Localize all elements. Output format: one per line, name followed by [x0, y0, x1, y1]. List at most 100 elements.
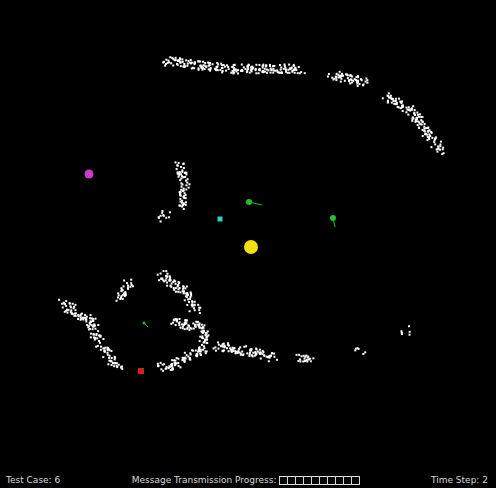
obstacle-dot	[67, 309, 69, 311]
obstacle-dot	[420, 116, 422, 118]
obstacle-dot	[75, 312, 77, 314]
obstacle-dot	[287, 69, 289, 71]
obstacle-dot	[231, 349, 233, 351]
obstacle-dot	[255, 69, 257, 71]
obstacle-dot	[276, 359, 278, 361]
obstacle-dot	[182, 176, 184, 178]
obstacle-dot	[336, 73, 338, 75]
obstacle-dot	[92, 326, 94, 328]
obstacle-dot	[208, 68, 210, 70]
obstacle-dot	[439, 145, 441, 147]
obstacle-dot	[179, 205, 181, 207]
obstacle-dot	[183, 208, 185, 210]
obstacle-dot	[179, 193, 181, 195]
obstacle-dot	[254, 355, 256, 357]
obstacle-dot	[310, 360, 312, 362]
obstacle-dot	[197, 304, 199, 306]
obstacle-dot	[209, 62, 211, 64]
obstacle-dot	[169, 285, 171, 287]
obstacle-dot	[107, 352, 109, 354]
obstacle-dot	[213, 347, 215, 349]
obstacle-dot	[249, 353, 251, 355]
obstacle-dot	[79, 315, 81, 317]
obstacle-dot	[241, 351, 243, 353]
obstacle-dot	[90, 336, 92, 338]
obstacle-dot	[270, 72, 272, 74]
obstacle-dot	[194, 309, 196, 311]
obstacle-dot	[425, 127, 427, 129]
obstacle-dot	[184, 172, 186, 174]
obstacle-dot	[173, 287, 175, 289]
obstacle-dot	[203, 342, 205, 344]
obstacle-dot	[417, 124, 419, 126]
obstacle-dot	[89, 323, 91, 325]
obstacle-dot	[102, 338, 104, 340]
obstacle-dot	[407, 114, 409, 116]
obstacle-dot	[87, 326, 89, 328]
obstacle-dot	[191, 67, 193, 69]
obstacle-dot	[285, 69, 287, 71]
obstacle-dot	[97, 324, 99, 326]
obstacle-dot	[402, 105, 404, 107]
obstacle-dot	[166, 273, 168, 275]
obstacle-dot	[200, 349, 202, 351]
obstacle-dot	[331, 77, 333, 79]
obstacle-dot	[184, 320, 186, 322]
obstacle-dot	[440, 141, 442, 143]
obstacle-dot	[193, 328, 195, 330]
obstacle-dot	[125, 294, 127, 296]
obstacle-dot	[392, 98, 394, 100]
obstacle-dot	[179, 366, 181, 368]
obstacle-dot	[255, 72, 257, 74]
square-icon	[218, 217, 223, 222]
obstacle-dot	[226, 347, 228, 349]
obstacle-dot	[169, 366, 171, 368]
obstacle-dot	[255, 354, 257, 356]
obstacle-dot	[183, 197, 185, 199]
obstacle-dot	[174, 280, 176, 282]
obstacle-dot	[271, 352, 273, 354]
obstacle-dot	[117, 292, 119, 294]
agent-icon	[143, 322, 149, 328]
obstacle-dot	[181, 58, 183, 60]
obstacle-dot	[165, 59, 167, 61]
obstacle-dot	[347, 77, 349, 79]
obstacle-dot	[335, 79, 337, 81]
obstacle-dot	[69, 302, 71, 304]
obstacle-dot	[177, 358, 179, 360]
agent-icon	[246, 199, 262, 205]
obstacle-dot	[198, 307, 200, 309]
obstacle-dot	[233, 347, 235, 349]
obstacle-dot	[395, 100, 397, 102]
obstacle-dot	[69, 303, 71, 305]
obstacle-dot	[359, 83, 361, 85]
obstacle-dot	[217, 348, 219, 350]
obstacle-dot	[181, 359, 183, 361]
obstacle-dot	[200, 66, 202, 68]
obstacle-dot	[186, 182, 188, 184]
obstacle-dot	[245, 345, 247, 347]
circle-entity	[85, 170, 94, 179]
obstacle-dot	[175, 324, 177, 326]
obstacle-dot	[401, 100, 403, 102]
obstacle-dot	[222, 350, 224, 352]
obstacle-dot	[175, 283, 177, 285]
obstacle-dot	[409, 108, 411, 110]
obstacle-dot	[178, 204, 180, 206]
obstacle-dot	[220, 63, 222, 65]
obstacle-dot	[179, 194, 181, 196]
obstacle-dot	[267, 69, 269, 71]
obstacle-dot	[186, 65, 188, 67]
obstacle-dot	[118, 294, 120, 296]
progress-label: Message Transmission Progress:	[132, 475, 277, 485]
obstacle-dot	[178, 324, 180, 326]
obstacle-dot	[80, 317, 82, 319]
obstacle-dot	[90, 320, 92, 322]
obstacle-dot	[178, 176, 180, 178]
obstacle-dot	[110, 350, 112, 352]
obstacle-dot	[366, 79, 368, 81]
obstacle-dot	[65, 310, 67, 312]
obstacle-dot	[117, 296, 119, 298]
obstacle-dot	[171, 369, 173, 371]
obstacle-dot	[97, 345, 99, 347]
